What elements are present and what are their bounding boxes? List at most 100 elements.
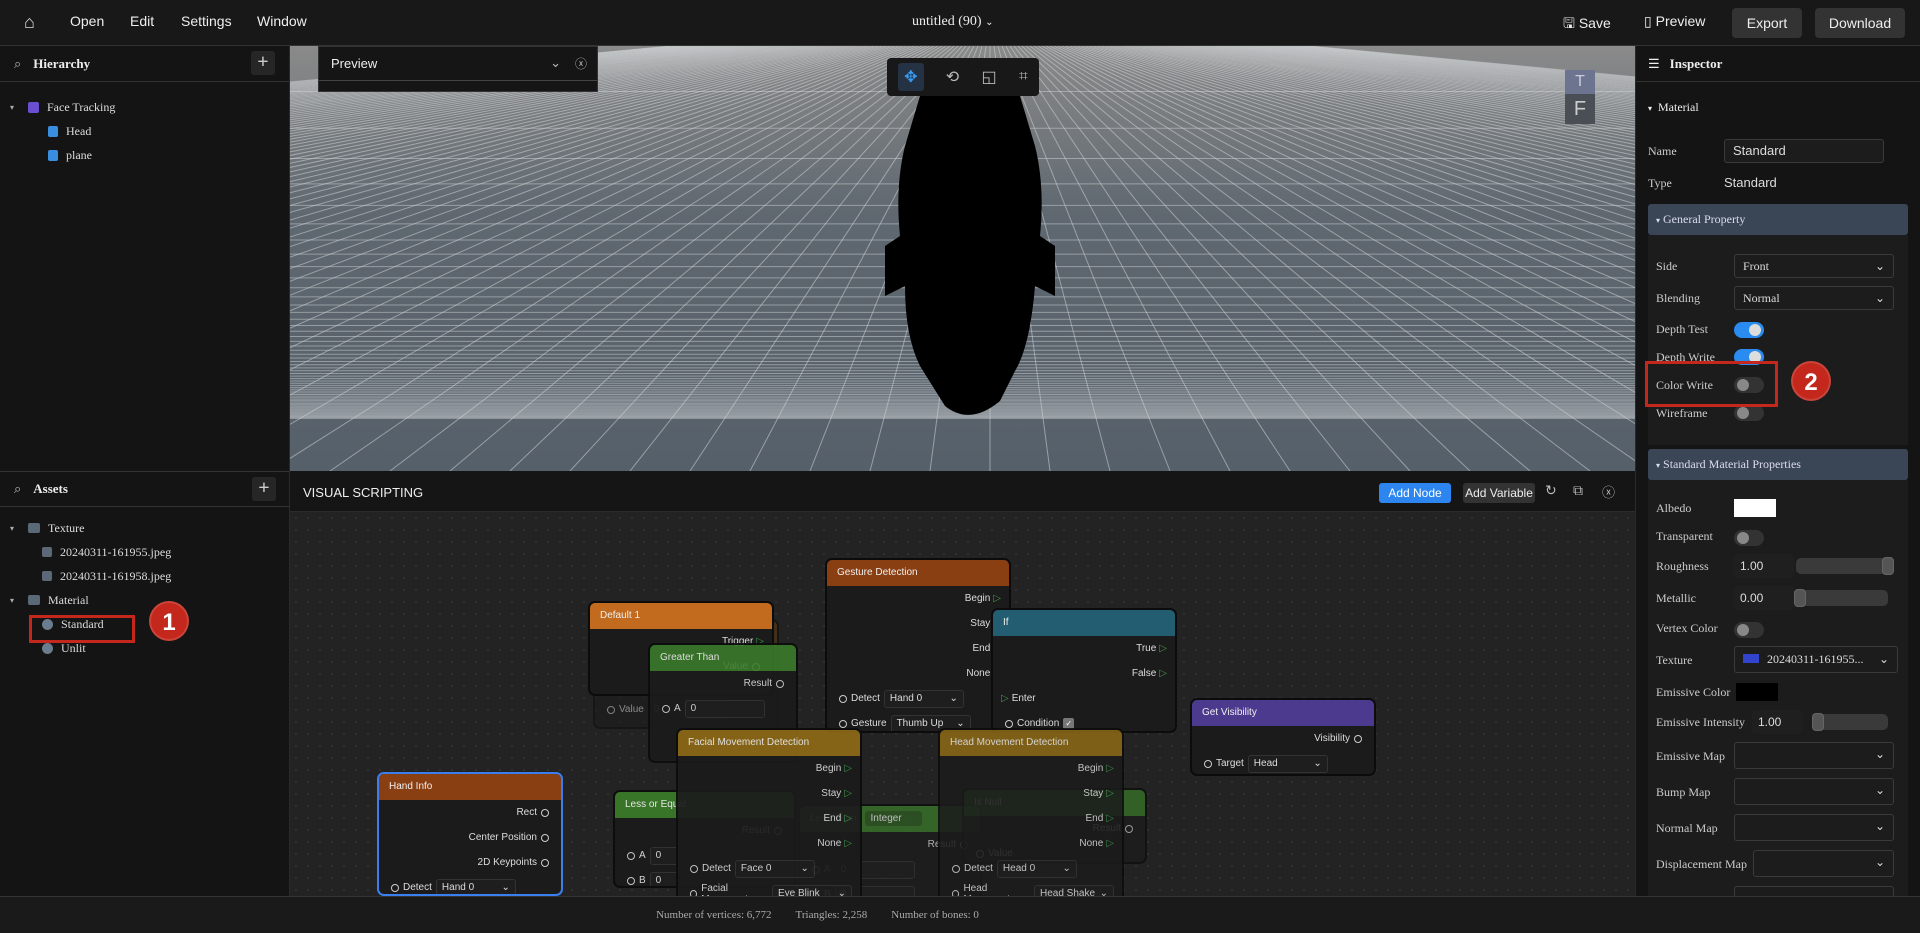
node-title[interactable]: Get Visibility <box>1192 700 1374 726</box>
node-select[interactable]: Head ⌄ <box>1247 754 1328 773</box>
asset-folder-texture[interactable]: ▾ Texture <box>10 518 84 538</box>
metallic-slider[interactable] <box>1794 589 1888 607</box>
vertex-color-toggle[interactable] <box>1734 622 1764 638</box>
output-port-result[interactable]: Result <box>650 671 796 696</box>
input-port-detect[interactable]: Detect Face 0 ⌄ <box>678 856 860 881</box>
input-port-target[interactable]: Target Head ⌄ <box>1192 751 1374 774</box>
caret-down-icon[interactable]: ▾ <box>10 103 20 112</box>
menu-settings[interactable]: Settings <box>181 13 232 29</box>
exec-port-icon[interactable]: ▷ <box>1001 693 1009 704</box>
type-select[interactable]: Integer <box>864 811 922 826</box>
scene-viewport[interactable]: Preview ⌄ ⓧ ✥ ⟲ ◱ ⌗ T F <box>290 46 1635 471</box>
output-port-begin[interactable]: Begin ▷ <box>827 586 1009 611</box>
displacement-map-select[interactable]: ⌄ <box>1753 850 1894 877</box>
data-port-icon[interactable] <box>952 864 960 873</box>
close-icon[interactable]: ⓧ <box>575 55 587 72</box>
input-port-detect[interactable]: Detect Hand 0 ⌄ <box>827 686 1009 711</box>
node-hand-info[interactable]: Hand Info Rect Center Position 2D Keypoints… <box>377 772 563 896</box>
data-port-icon[interactable] <box>541 808 549 817</box>
add-node-button[interactable]: Add Node <box>1379 483 1451 503</box>
output-port-none[interactable]: None▷ <box>940 831 1122 856</box>
caret-down-icon[interactable]: ▾ <box>10 524 20 533</box>
name-input[interactable]: Standard <box>1724 139 1884 163</box>
data-port-icon[interactable] <box>690 864 698 873</box>
data-port-icon[interactable] <box>662 704 670 713</box>
side-select[interactable]: Front ⌄ <box>1734 254 1894 278</box>
output-port-none[interactable]: None▷ <box>678 831 860 856</box>
exec-port-icon[interactable]: ▷ <box>844 763 852 774</box>
download-button[interactable]: Download <box>1815 8 1905 38</box>
standard-properties-header[interactable]: ▾ Standard Material Properties <box>1648 449 1908 480</box>
output-port-2d-keypoints[interactable]: 2D Keypoints <box>379 850 561 875</box>
data-port-icon[interactable] <box>839 719 847 728</box>
export-button[interactable]: Export <box>1732 8 1802 38</box>
asset-folder-material[interactable]: ▾ Material <box>10 590 89 610</box>
data-port-icon[interactable] <box>1204 759 1212 768</box>
output-port-begin[interactable]: Begin ▷ <box>678 756 860 781</box>
slider-handle[interactable] <box>1882 557 1894 575</box>
input-port-a[interactable]: A0 <box>650 696 796 721</box>
exec-port-icon[interactable]: ▷ <box>1106 788 1114 799</box>
asset-item-texture-1[interactable]: 20240311-161955.jpeg <box>42 542 171 562</box>
output-port-visibility[interactable]: Visibility <box>1192 726 1374 751</box>
menu-open[interactable]: Open <box>70 13 104 29</box>
normal-map-select[interactable]: ⌄ <box>1734 814 1894 841</box>
exec-port-icon[interactable]: ▷ <box>993 593 1001 604</box>
node-select[interactable]: Head Shake ⌄ <box>1034 884 1114 896</box>
node-facial-movement-detection[interactable]: Facial Movement Detection Begin ▷ Stay ▷ End ▷… <box>676 728 862 896</box>
tree-item-head[interactable]: Head <box>48 121 91 141</box>
node-title[interactable]: If <box>993 610 1175 636</box>
output-port-begin[interactable]: Begin ▷ <box>940 756 1122 781</box>
output-port-stay[interactable]: Stay▷ <box>940 781 1122 806</box>
add-asset-button[interactable]: + <box>252 477 276 501</box>
asset-item-texture-2[interactable]: 20240311-161958.jpeg <box>42 566 171 586</box>
search-icon[interactable]: ⌕ <box>14 56 21 72</box>
input-port-facial-movement[interactable]: Facial Movement Eye Blink Left ⌄ <box>678 881 860 896</box>
input-port-head-movement[interactable]: Head Movement Head Shake⌄ <box>940 881 1122 896</box>
data-port-icon[interactable] <box>607 705 615 714</box>
menu-window[interactable]: Window <box>257 13 307 29</box>
rotate-tool-icon[interactable]: ⟲ <box>946 67 959 87</box>
albedo-color-swatch[interactable] <box>1734 499 1776 517</box>
data-port-icon[interactable] <box>627 851 635 860</box>
texture-select[interactable]: 20240311-161955... ⌄ <box>1734 646 1898 673</box>
input-port-detect[interactable]: Detect Head 0 ⌄ <box>940 856 1122 881</box>
node-select[interactable]: Hand 0 ⌄ <box>435 878 516 894</box>
input-port-detect[interactable]: Detect Hand 0 ⌄ <box>379 875 561 894</box>
data-port-icon[interactable] <box>627 876 635 885</box>
bump-map-select[interactable]: ⌄ <box>1734 778 1894 805</box>
roughness-input[interactable]: 1.00 <box>1734 554 1794 578</box>
exec-port-icon[interactable]: ▷ <box>1106 838 1114 849</box>
exec-port-icon[interactable]: ▷ <box>1159 668 1167 679</box>
output-port-none[interactable]: None▷ <box>827 661 1009 686</box>
node-head-movement-detection[interactable]: Head Movement Detection Begin ▷ Stay ▷ End ▷ No… <box>938 728 1124 896</box>
add-object-button[interactable]: + <box>251 51 275 75</box>
preview-button[interactable]: ▯ Preview <box>1644 13 1705 30</box>
node-select[interactable]: Eye Blink Left ⌄ <box>772 884 852 896</box>
output-port-end[interactable]: End▷ <box>678 806 860 831</box>
node-title[interactable]: Greater Than <box>650 645 796 671</box>
transparent-toggle[interactable] <box>1734 530 1764 546</box>
depth-test-toggle[interactable] <box>1734 322 1764 338</box>
material-section-toggle[interactable]: ▾ Material <box>1648 100 1699 115</box>
scale-tool-icon[interactable]: ◱ <box>981 67 996 87</box>
output-port-stay[interactable]: Stay▷ <box>678 781 860 806</box>
output-port-false[interactable]: False ▷ <box>993 661 1175 686</box>
data-port-icon[interactable] <box>541 833 549 842</box>
tree-item-face-tracking[interactable]: ▾ Face Tracking <box>10 97 115 117</box>
node-graph-canvas[interactable]: Default 2Value▷SetValue0Default 1Trigger… <box>290 512 1635 896</box>
search-icon[interactable]: ⌕ <box>14 481 21 497</box>
output-port-end[interactable]: End▷ <box>940 806 1122 831</box>
general-property-header[interactable]: ▾ General Property <box>1648 204 1908 235</box>
data-port-icon[interactable] <box>1125 824 1133 833</box>
emissive-intensity-input[interactable]: 1.00 <box>1752 710 1802 734</box>
popout-icon[interactable]: ⧉ <box>1573 482 1583 499</box>
node-select[interactable]: Hand 0 ⌄ <box>883 689 964 708</box>
data-port-icon[interactable] <box>776 679 784 688</box>
roughness-slider[interactable] <box>1796 557 1894 575</box>
rect-tool-icon[interactable]: ⌗ <box>1019 68 1028 86</box>
exec-port-icon[interactable]: ▷ <box>1106 763 1114 774</box>
emissive-map-select[interactable]: ⌄ <box>1734 742 1894 769</box>
emissive-color-swatch[interactable] <box>1736 683 1778 701</box>
data-port-icon[interactable] <box>391 883 399 892</box>
